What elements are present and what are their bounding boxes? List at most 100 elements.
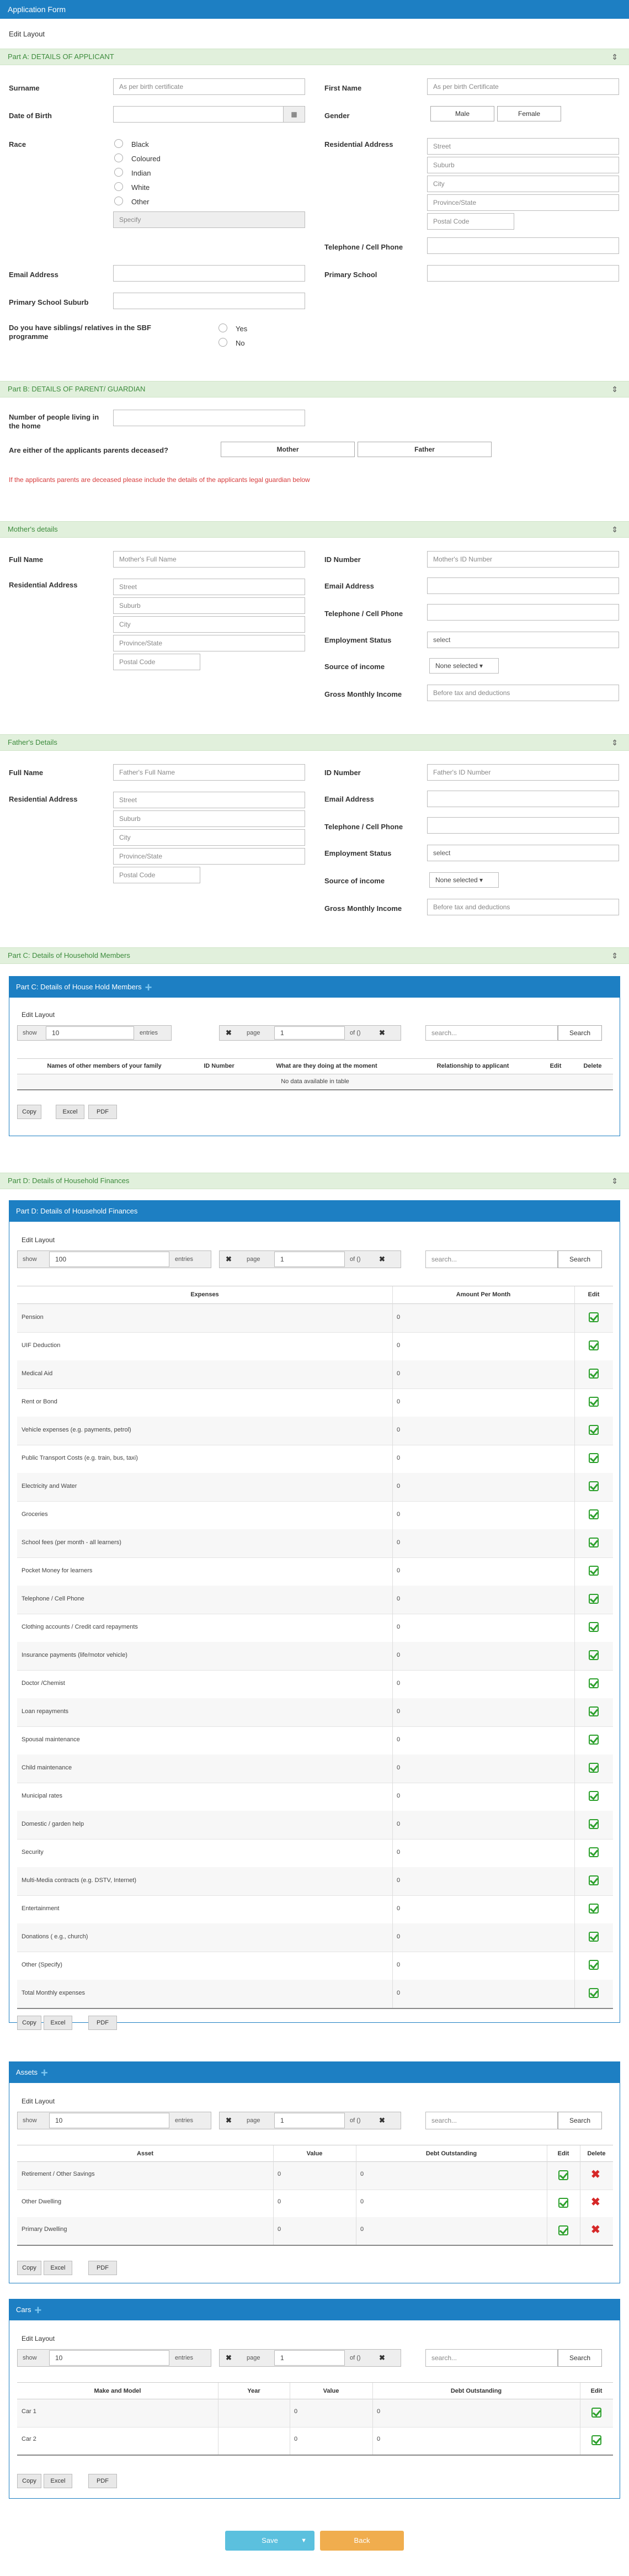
delete-icon[interactable]: ✖ [591, 2197, 600, 2208]
postal-code-input[interactable]: Postal Code [427, 213, 514, 230]
father-income-dropdown[interactable]: None selected ▾ [429, 872, 499, 888]
calendar-icon[interactable]: ▦ [283, 107, 305, 122]
column-header[interactable]: Year [218, 2388, 290, 2394]
surname-input[interactable]: As per birth certificate [113, 78, 305, 95]
edit-icon[interactable] [589, 1960, 599, 1970]
collapse-icon[interactable]: ⇕ [611, 522, 618, 537]
father-street-input[interactable]: Street [113, 792, 305, 808]
mother-button[interactable]: Mother [221, 442, 355, 457]
mother-tel-input[interactable] [427, 604, 619, 621]
mother-street-input[interactable]: Street [113, 579, 305, 595]
edit-icon[interactable] [589, 1763, 599, 1773]
excel-button[interactable]: Excel [44, 2474, 72, 2488]
first-page-icon[interactable]: ✖ [226, 1029, 232, 1037]
mother-gross-input[interactable]: Before tax and deductions [427, 685, 619, 701]
search-input[interactable]: search... [425, 1025, 558, 1041]
dob-input[interactable] [113, 106, 305, 123]
mother-postal-input[interactable]: Postal Code [113, 654, 200, 670]
collapse-icon[interactable]: ⇕ [611, 1173, 618, 1189]
street-input[interactable]: Street [427, 138, 619, 155]
column-header[interactable]: Debt Outstanding [356, 2150, 547, 2157]
first-name-input[interactable]: As per birth Certificate [427, 78, 619, 95]
search-button[interactable]: Search [558, 2349, 602, 2367]
column-header[interactable]: Delete [580, 2150, 613, 2157]
collapse-icon[interactable]: ⇕ [611, 948, 618, 963]
search-input[interactable]: search... [425, 1250, 558, 1268]
edit-icon[interactable] [589, 1481, 599, 1491]
father-button[interactable]: Father [358, 442, 492, 457]
excel-button[interactable]: Excel [56, 1105, 84, 1119]
search-button[interactable]: Search [558, 1250, 602, 1268]
father-fullname-input[interactable]: Father's Full Name [113, 764, 305, 781]
first-page-icon[interactable]: ✖ [226, 2116, 232, 2125]
race-radio-other[interactable] [114, 197, 123, 205]
edit-icon[interactable] [589, 1397, 599, 1407]
pdf-button[interactable]: PDF [88, 2474, 117, 2488]
mother-suburb-input[interactable]: Suburb [113, 597, 305, 614]
section-father[interactable]: Father's Details ⇕ [0, 734, 629, 751]
section-part-d[interactable]: Part D: Details of Household Finances ⇕ [0, 1173, 629, 1189]
edit-icon[interactable] [589, 1735, 599, 1745]
mother-province-input[interactable]: Province/State [113, 635, 305, 651]
edit-icon[interactable] [589, 1847, 599, 1857]
add-icon[interactable]: + [34, 2304, 41, 2317]
column-header[interactable]: Relationship to applicant [407, 1063, 539, 1069]
mother-employment-select[interactable]: select [427, 632, 619, 648]
edit-icon[interactable] [589, 1650, 599, 1660]
race-radio-white[interactable] [114, 182, 123, 191]
page-input[interactable]: 1 [274, 2113, 345, 2128]
collapse-icon[interactable]: ⇕ [611, 381, 618, 397]
edit-icon[interactable] [589, 1538, 599, 1547]
edit-layout-link[interactable]: Edit Layout [22, 1236, 55, 1244]
chevron-down-icon[interactable]: ▼ [301, 2531, 307, 2551]
mother-fullname-input[interactable]: Mother's Full Name [113, 551, 305, 568]
show-entries-input[interactable]: 10 [49, 2113, 169, 2128]
show-entries-input[interactable]: 100 [49, 1252, 169, 1267]
email-input[interactable] [113, 265, 305, 282]
father-tel-input[interactable] [427, 817, 619, 834]
edit-layout-link[interactable]: Edit Layout [9, 30, 45, 38]
edit-icon[interactable] [558, 2198, 568, 2208]
first-page-icon[interactable]: ✖ [226, 1255, 232, 1264]
column-header[interactable]: Amount Per Month [392, 1291, 574, 1298]
last-page-icon[interactable]: ✖ [379, 2116, 385, 2125]
column-header[interactable]: Edit [580, 2388, 613, 2394]
telephone-input[interactable] [427, 237, 619, 254]
edit-icon[interactable] [589, 1904, 599, 1914]
collapse-icon[interactable]: ⇕ [611, 49, 618, 65]
father-postal-input[interactable]: Postal Code [113, 867, 200, 883]
pdf-button[interactable]: PDF [88, 2261, 117, 2275]
page-input[interactable]: 1 [274, 1026, 345, 1040]
edit-icon[interactable] [589, 1369, 599, 1379]
delete-icon[interactable]: ✖ [591, 2169, 600, 2180]
siblings-yes-radio[interactable] [218, 324, 227, 332]
race-radio-indian[interactable] [114, 168, 123, 177]
section-part-b[interactable]: Part B: DETAILS OF PARENT/ GUARDIAN ⇕ [0, 381, 629, 397]
column-header[interactable]: Asset [17, 2150, 273, 2157]
edit-layout-link[interactable]: Edit Layout [22, 1011, 55, 1019]
male-button[interactable]: Male [430, 106, 494, 121]
edit-layout-link[interactable]: Edit Layout [22, 2335, 55, 2342]
first-page-icon[interactable]: ✖ [226, 2354, 232, 2362]
column-header[interactable]: Delete [572, 1063, 613, 1069]
edit-icon[interactable] [589, 1312, 599, 1322]
last-page-icon[interactable]: ✖ [379, 2354, 385, 2362]
copy-button[interactable]: Copy [17, 2016, 41, 2030]
column-header[interactable]: Make and Model [17, 2388, 218, 2394]
edit-icon[interactable] [558, 2225, 568, 2235]
column-header[interactable]: Value [273, 2150, 356, 2157]
search-input[interactable]: search... [425, 2112, 558, 2129]
add-icon[interactable]: + [145, 981, 152, 994]
father-city-input[interactable]: City [113, 829, 305, 846]
father-province-input[interactable]: Province/State [113, 848, 305, 865]
primary-school-input[interactable] [427, 265, 619, 282]
edit-icon[interactable] [591, 2435, 601, 2445]
save-button[interactable]: Save ▼ [225, 2531, 314, 2551]
people-input[interactable] [113, 410, 305, 426]
copy-button[interactable]: Copy [17, 1105, 41, 1119]
mother-id-input[interactable]: Mother's ID Number [427, 551, 619, 568]
city-input[interactable]: City [427, 176, 619, 192]
school-suburb-input[interactable] [113, 293, 305, 309]
column-header[interactable]: Expenses [17, 1291, 392, 1298]
father-employment-select[interactable]: select [427, 845, 619, 861]
